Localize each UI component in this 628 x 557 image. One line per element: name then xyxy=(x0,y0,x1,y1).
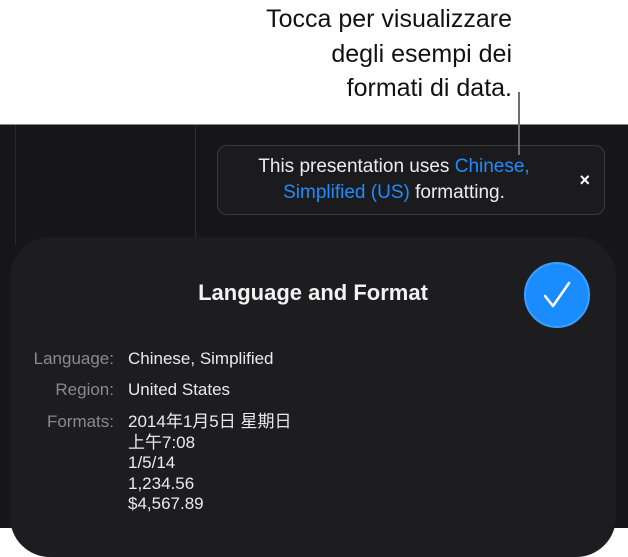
app-screen: This presentation uses Chinese, Simplifi… xyxy=(0,124,628,557)
format-example: 1/5/14 xyxy=(128,453,176,472)
callout-line: degli esempi dei xyxy=(331,39,512,68)
language-format-popover: Language and Format Language: Chinese, S… xyxy=(10,237,616,557)
banner-text: formatting. xyxy=(409,182,505,203)
divider xyxy=(15,125,16,245)
format-example: 1,234.56 xyxy=(128,473,195,493)
banner-text: This presentation uses xyxy=(258,156,455,177)
done-button[interactable] xyxy=(524,262,590,328)
format-example: 上午7:08 xyxy=(128,432,196,452)
formats-list: 2014年1月5日 星期日 上午7:08 1/5/14 1,234.56 $4,… xyxy=(128,412,291,515)
callout-line: Tocca per visualizzare xyxy=(266,5,512,33)
callout-leader-line xyxy=(518,92,520,155)
callout-line: formati di data. xyxy=(346,74,512,102)
formats-label: Formats: xyxy=(46,412,114,431)
language-label: Language: xyxy=(33,349,114,368)
region-value: United States xyxy=(128,380,231,399)
format-example: 2014年1月5日 星期日 xyxy=(128,412,292,431)
region-label: Region: xyxy=(55,380,114,399)
divider xyxy=(195,125,196,245)
formatting-banner: This presentation uses Chinese, Simplifi… xyxy=(217,145,605,215)
language-value: Chinese, Simplified xyxy=(128,349,274,368)
checkmark-icon xyxy=(543,281,571,308)
banner-message: This presentation uses Chinese, Simplifi… xyxy=(218,154,570,206)
format-example: $4,567.89 xyxy=(128,494,204,513)
close-icon[interactable]: × xyxy=(579,170,590,191)
callout-annotation: Tocca per visualizzare degli esempi dei … xyxy=(266,2,512,106)
